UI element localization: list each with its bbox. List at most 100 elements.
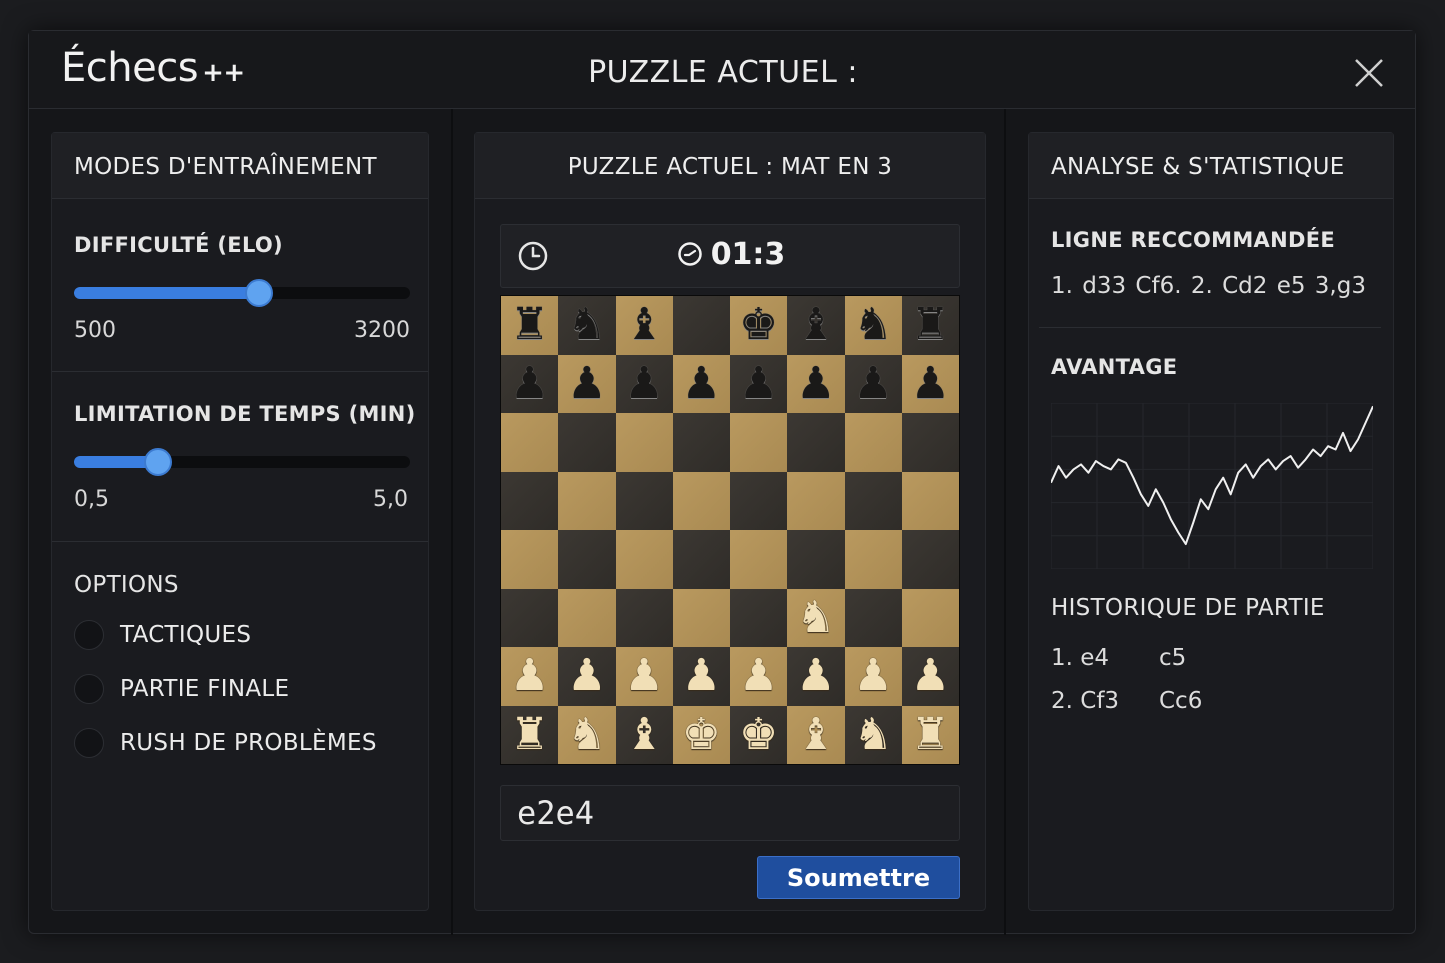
square-c7[interactable]: ♟ [615,354,673,413]
black-pawn-piece[interactable]: ♟ [796,361,835,406]
square-g4[interactable] [844,530,902,589]
white-rook-piece[interactable]: ♜ [510,712,549,757]
square-d1[interactable]: ♚ [672,705,730,764]
square-a8[interactable]: ♜ [501,296,559,355]
square-a7[interactable]: ♟ [501,354,559,413]
square-c3[interactable] [615,588,673,647]
square-e4[interactable] [730,530,788,589]
square-d4[interactable] [672,530,730,589]
square-b4[interactable] [558,530,616,589]
square-d8[interactable] [672,296,730,355]
difficulty-slider[interactable] [74,279,410,307]
square-a2[interactable]: ♟ [501,647,559,706]
square-h1[interactable]: ♜ [901,705,959,764]
black-pawn-piece[interactable]: ♟ [624,361,663,406]
time-limit-slider-thumb[interactable] [144,448,172,476]
square-h7[interactable]: ♟ [901,354,959,413]
square-e1[interactable]: ♚ [730,705,788,764]
square-b2[interactable]: ♟ [558,647,616,706]
square-d5[interactable] [672,471,730,530]
white-pawn-piece[interactable]: ♟ [739,654,778,698]
black-pawn-piece[interactable]: ♟ [853,361,892,406]
square-d7[interactable]: ♟ [672,354,730,413]
black-knight-piece[interactable]: ♞ [853,303,892,347]
square-c4[interactable] [615,530,673,589]
square-h8[interactable]: ♜ [901,296,959,355]
square-c5[interactable] [615,471,673,530]
radio-button[interactable] [74,620,104,650]
difficulty-slider-thumb[interactable] [244,279,273,307]
square-c8[interactable]: ♝ [615,296,673,355]
time-limit-slider[interactable] [74,448,410,476]
square-f2[interactable]: ♟ [787,647,845,706]
move-input[interactable] [500,785,960,841]
black-king-piece[interactable]: ♚ [739,303,778,347]
black-pawn-piece[interactable]: ♟ [682,361,721,406]
square-h3[interactable] [901,588,959,647]
square-g2[interactable]: ♟ [844,647,902,706]
square-c6[interactable] [615,413,673,472]
white-king-piece[interactable]: ♚ [682,712,721,757]
square-f1[interactable]: ♝ [787,705,845,764]
black-bishop-piece[interactable]: ♝ [624,303,663,347]
white-pawn-piece[interactable]: ♟ [796,654,835,698]
square-b8[interactable]: ♞ [558,296,616,355]
square-c2[interactable]: ♟ [615,647,673,706]
black-pawn-piece[interactable]: ♟ [911,361,950,406]
white-rook-piece[interactable]: ♜ [911,712,950,757]
white-knight-piece[interactable]: ♞ [853,712,892,757]
square-g1[interactable]: ♞ [844,705,902,764]
black-knight-piece[interactable]: ♞ [567,303,606,347]
square-g7[interactable]: ♟ [844,354,902,413]
white-bishop-piece[interactable]: ♝ [624,712,663,757]
radio-button[interactable] [74,674,104,704]
square-b6[interactable] [558,413,616,472]
square-d3[interactable] [672,588,730,647]
square-d6[interactable] [672,413,730,472]
square-a6[interactable] [501,413,559,472]
square-b5[interactable] [558,471,616,530]
white-knight-piece[interactable]: ♞ [796,595,835,640]
square-a4[interactable] [501,530,559,589]
square-e8[interactable]: ♚ [730,296,788,355]
square-g6[interactable] [844,413,902,472]
square-h6[interactable] [901,413,959,472]
square-b7[interactable]: ♟ [558,354,616,413]
square-e2[interactable]: ♟ [730,647,788,706]
square-h2[interactable]: ♟ [901,647,959,706]
white-pawn-piece[interactable]: ♟ [510,654,549,698]
square-a5[interactable] [501,471,559,530]
square-e7[interactable]: ♟ [730,354,788,413]
square-b1[interactable]: ♞ [558,705,616,764]
black-pawn-piece[interactable]: ♟ [567,361,606,406]
white-king-piece[interactable]: ♚ [739,712,778,757]
black-rook-piece[interactable]: ♜ [510,303,549,347]
white-pawn-piece[interactable]: ♟ [682,654,721,698]
chess-board[interactable]: ♜ ♞ ♝ ♚ ♝ ♞ ♜ ♟ ♟ ♟ ♟ ♟ ♟ ♟ ♟ ♞ ♟ ♟ ♟ ♟ ♟ ♟ ♟ ♟ ♜ ♞ ♝ ♚ ♚ ♝ ♞ ♜ [500,295,960,765]
square-f7[interactable]: ♟ [787,354,845,413]
square-a3[interactable] [501,588,559,647]
square-a1[interactable]: ♜ [501,705,559,764]
square-f3[interactable]: ♞ [787,588,845,647]
square-e5[interactable] [730,471,788,530]
close-button[interactable] [1353,57,1385,89]
square-g3[interactable] [844,588,902,647]
square-g5[interactable] [844,471,902,530]
black-pawn-piece[interactable]: ♟ [739,361,778,406]
square-f5[interactable] [787,471,845,530]
square-b3[interactable] [558,588,616,647]
square-h5[interactable] [901,471,959,530]
black-pawn-piece[interactable]: ♟ [510,361,549,406]
white-knight-piece[interactable]: ♞ [567,712,606,757]
square-d2[interactable]: ♟ [672,647,730,706]
square-f6[interactable] [787,413,845,472]
square-c1[interactable]: ♝ [615,705,673,764]
square-e6[interactable] [730,413,788,472]
white-pawn-piece[interactable]: ♟ [911,654,950,698]
radio-button[interactable] [74,728,104,758]
white-pawn-piece[interactable]: ♟ [853,654,892,698]
square-e3[interactable] [730,588,788,647]
white-bishop-piece[interactable]: ♝ [796,712,835,757]
submit-button[interactable]: Soumettre [757,856,960,899]
black-rook-piece[interactable]: ♜ [911,303,950,347]
